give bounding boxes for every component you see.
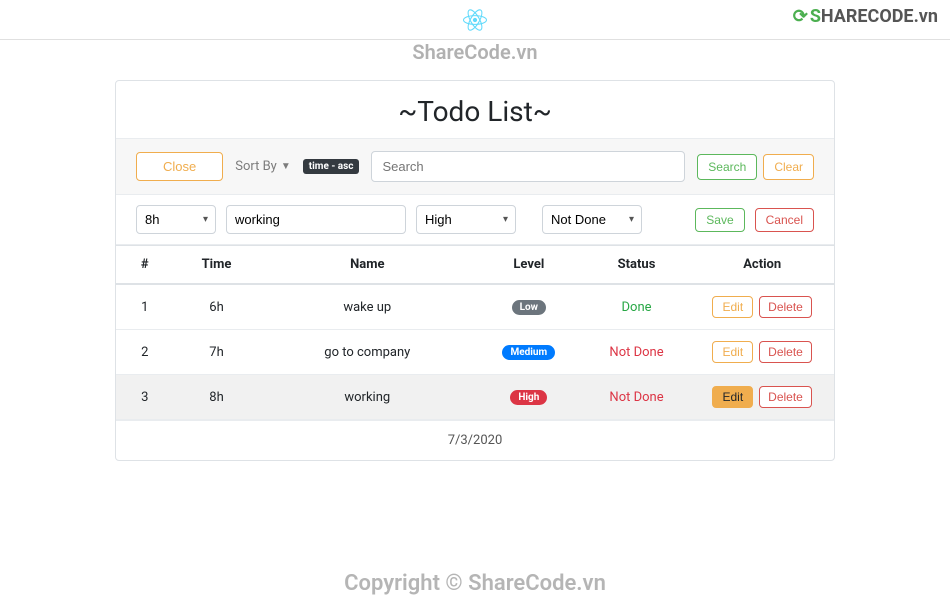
cell-index: 1: [116, 284, 173, 330]
time-select[interactable]: 8h: [136, 205, 216, 234]
cell-time: 6h: [173, 284, 259, 330]
col-status: Status: [583, 246, 691, 285]
level-badge: Medium: [502, 345, 555, 360]
level-select[interactable]: High: [416, 205, 516, 234]
edit-row: 8h High Not Done Save Cancel: [116, 195, 834, 245]
cell-level: Medium: [475, 330, 583, 375]
col-name: Name: [260, 246, 475, 285]
cell-status: Not Done: [583, 330, 691, 375]
sortby-dropdown[interactable]: Sort By ▼: [235, 159, 291, 174]
status-text: Not Done: [609, 345, 663, 360]
cell-time: 7h: [173, 330, 259, 375]
col-index: #: [116, 246, 173, 285]
name-input[interactable]: [226, 205, 406, 234]
chevron-down-icon: ▼: [281, 161, 291, 172]
close-button[interactable]: Close: [136, 152, 223, 181]
cell-index: 3: [116, 375, 173, 420]
col-time: Time: [173, 246, 259, 285]
watermark-top: ShareCode.vn: [412, 40, 537, 64]
search-button[interactable]: Search: [697, 154, 757, 180]
status-select[interactable]: Not Done: [542, 205, 642, 234]
page-title: ~Todo List~: [116, 81, 834, 138]
delete-button[interactable]: Delete: [759, 341, 812, 363]
level-badge: High: [510, 390, 547, 405]
sortby-label: Sort By: [235, 159, 277, 174]
cell-name: working: [260, 375, 475, 420]
status-text: Not Done: [609, 390, 663, 405]
cell-status: Done: [583, 284, 691, 330]
toolbar: Close Sort By ▼ time - asc Search Clear: [116, 138, 834, 195]
table-row: 27hgo to company Medium Not Done Edit Delete: [116, 330, 834, 375]
react-icon: [463, 8, 487, 32]
cell-status: Not Done: [583, 375, 691, 420]
col-level: Level: [475, 246, 583, 285]
status-text: Done: [622, 300, 652, 315]
col-action: Action: [690, 246, 834, 285]
delete-button[interactable]: Delete: [759, 386, 812, 408]
copyright-watermark: Copyright © ShareCode.vn: [0, 571, 950, 596]
cell-name: wake up: [260, 284, 475, 330]
cell-action: Edit Delete: [690, 330, 834, 375]
cell-action: Edit Delete: [690, 284, 834, 330]
sort-badge: time - asc: [303, 159, 360, 174]
level-badge: Low: [512, 300, 546, 315]
search-input[interactable]: [371, 151, 685, 182]
edit-button[interactable]: Edit: [712, 341, 753, 363]
cell-index: 2: [116, 330, 173, 375]
card-container: ~Todo List~ Close Sort By ▼ time - asc S…: [115, 80, 835, 461]
clear-button[interactable]: Clear: [763, 154, 814, 180]
cell-action: Edit Delete: [690, 375, 834, 420]
navbar: [0, 0, 950, 40]
table-row: 16hwake up Low Done Edit Delete: [116, 284, 834, 330]
todo-table: # Time Name Level Status Action 16hwake …: [116, 245, 834, 420]
cancel-button[interactable]: Cancel: [755, 208, 814, 232]
save-button[interactable]: Save: [695, 208, 744, 232]
cell-level: Low: [475, 284, 583, 330]
edit-button[interactable]: Edit: [712, 296, 753, 318]
edit-button[interactable]: Edit: [712, 386, 753, 408]
cell-name: go to company: [260, 330, 475, 375]
cell-time: 8h: [173, 375, 259, 420]
table-row: 38hworking High Not Done Edit Delete: [116, 375, 834, 420]
delete-button[interactable]: Delete: [759, 296, 812, 318]
footer-date: 7/3/2020: [116, 420, 834, 460]
cell-level: High: [475, 375, 583, 420]
